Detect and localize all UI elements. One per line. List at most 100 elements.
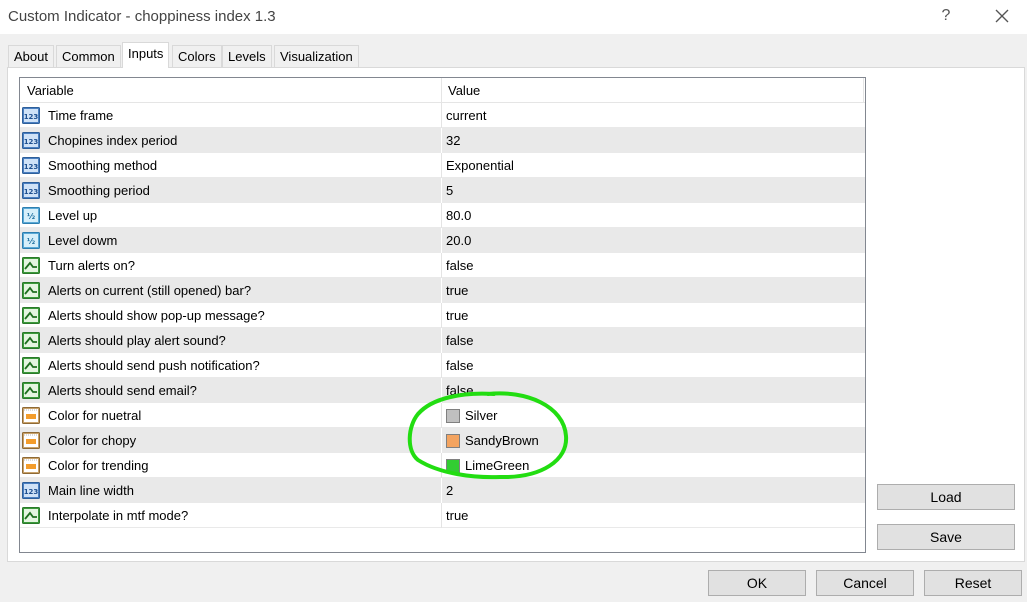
cell-divider [441, 253, 442, 278]
cell-divider [441, 228, 442, 253]
cell-divider [441, 428, 442, 453]
table-row[interactable]: Alerts should send push notification? fal… [20, 353, 865, 378]
cell-divider [441, 153, 442, 178]
table-row[interactable]: Turn alerts on? false [20, 253, 865, 278]
value-cell[interactable]: 20.0 [446, 233, 471, 248]
integer-icon: 123 [22, 181, 41, 200]
color-swatch[interactable] [446, 409, 460, 423]
column-header-variable[interactable]: Variable [27, 83, 74, 98]
cell-divider [441, 303, 442, 328]
variable-name: Main line width [48, 483, 134, 498]
tab-colors[interactable]: Colors [172, 45, 222, 68]
svg-text:123: 123 [24, 138, 39, 146]
table-row[interactable]: ½ Level up 80.0 [20, 203, 865, 228]
boolean-icon [22, 256, 41, 275]
cell-divider [441, 378, 442, 403]
cell-divider [441, 328, 442, 353]
integer-icon: 123 [22, 481, 41, 500]
variable-name: Level dowm [48, 233, 118, 248]
close-icon [995, 9, 1009, 23]
variable-name: Alerts on current (still opened) bar? [48, 283, 252, 298]
variable-name: Chopines index period [48, 133, 178, 148]
value-cell[interactable]: 2 [446, 483, 453, 498]
tab-inputs[interactable]: Inputs [122, 42, 170, 68]
value-cell[interactable]: false [446, 333, 473, 348]
value-cell[interactable]: false [446, 383, 473, 398]
value-cell[interactable]: true [446, 283, 468, 298]
variable-name: Time frame [48, 108, 114, 123]
table-row[interactable]: Color for chopy SandyBrown [20, 428, 865, 453]
value-cell[interactable]: 80.0 [446, 208, 471, 223]
table-row[interactable]: Color for nuetral Silver [20, 403, 865, 428]
value-cell[interactable]: Exponential [446, 158, 514, 173]
color-icon [22, 431, 41, 450]
value-cell[interactable]: true [446, 308, 468, 323]
value-cell[interactable]: true [446, 508, 468, 523]
variable-name: Color for trending [48, 458, 149, 473]
integer-icon: 123 [22, 106, 41, 125]
table-row[interactable]: 123 Main line width 2 [20, 478, 865, 503]
close-button[interactable] [986, 4, 1018, 28]
variable-name: Alerts should send email? [48, 383, 197, 398]
cell-divider [441, 403, 442, 428]
variable-name: Smoothing method [48, 158, 158, 173]
value-cell[interactable]: 5 [446, 183, 453, 198]
save-button[interactable]: Save [877, 524, 1015, 550]
cell-divider [441, 353, 442, 378]
table-row[interactable]: Alerts should send email? false [20, 378, 865, 403]
variable-name: Alerts should show pop-up message? [48, 308, 265, 323]
boolean-icon [22, 506, 41, 525]
column-header-value[interactable]: Value [448, 83, 480, 98]
boolean-icon [22, 356, 41, 375]
variable-name: Turn alerts on? [48, 258, 135, 273]
tab-about[interactable]: About [8, 45, 54, 68]
svg-text:½: ½ [27, 211, 35, 221]
table-row[interactable]: 123 Smoothing period 5 [20, 178, 865, 203]
variable-name: Smoothing period [48, 183, 150, 198]
table-row[interactable]: Alerts should show pop-up message? true [20, 303, 865, 328]
cell-divider [441, 453, 442, 478]
variable-name: Color for chopy [48, 433, 137, 448]
value-cell[interactable]: Silver [465, 408, 498, 423]
column-divider [863, 78, 864, 103]
value-cell[interactable]: false [446, 258, 473, 273]
load-button[interactable]: Load [877, 484, 1015, 510]
variable-name: Interpolate in mtf mode? [48, 508, 189, 523]
value-cell[interactable]: current [446, 108, 486, 123]
cell-divider [441, 203, 442, 228]
inputs-grid[interactable]: Variable Value 123 Time frame current 123 Ch… [19, 77, 866, 553]
value-cell[interactable]: LimeGreen [465, 458, 529, 473]
color-swatch[interactable] [446, 434, 460, 448]
table-row[interactable]: Alerts on current (still opened) bar? tru… [20, 278, 865, 303]
value-cell[interactable]: SandyBrown [465, 433, 539, 448]
svg-text:123: 123 [24, 488, 39, 496]
ok-button[interactable]: OK [708, 570, 806, 596]
cell-divider [441, 278, 442, 303]
table-row[interactable]: 123 Chopines index period 32 [20, 128, 865, 153]
help-button[interactable]: ? [934, 4, 958, 28]
table-row[interactable]: Interpolate in mtf mode? true [20, 503, 865, 528]
table-row[interactable]: Alerts should play alert sound? false [20, 328, 865, 353]
boolean-icon [22, 281, 41, 300]
color-icon [22, 456, 41, 475]
title-bar: Custom Indicator - choppiness index 1.3 … [0, 0, 1027, 34]
table-row[interactable]: 123 Smoothing method Exponential [20, 153, 865, 178]
column-divider[interactable] [441, 78, 442, 103]
variable-name: Alerts should play alert sound? [48, 333, 226, 348]
cancel-button[interactable]: Cancel [816, 570, 914, 596]
table-row[interactable]: ½ Level dowm 20.0 [20, 228, 865, 253]
reset-button[interactable]: Reset [924, 570, 1022, 596]
tab-levels[interactable]: Levels [222, 45, 272, 68]
tab-visualization[interactable]: Visualization [274, 45, 359, 68]
table-row[interactable]: 123 Time frame current [20, 103, 865, 128]
table-row[interactable]: Color for trending LimeGreen [20, 453, 865, 478]
boolean-icon [22, 331, 41, 350]
value-cell[interactable]: false [446, 358, 473, 373]
fraction-icon: ½ [22, 206, 41, 225]
color-swatch[interactable] [446, 459, 460, 473]
grid-header: Variable Value [20, 78, 865, 103]
value-cell[interactable]: 32 [446, 133, 460, 148]
cell-divider [441, 478, 442, 503]
integer-icon: 123 [22, 156, 41, 175]
tab-common[interactable]: Common [56, 45, 121, 68]
